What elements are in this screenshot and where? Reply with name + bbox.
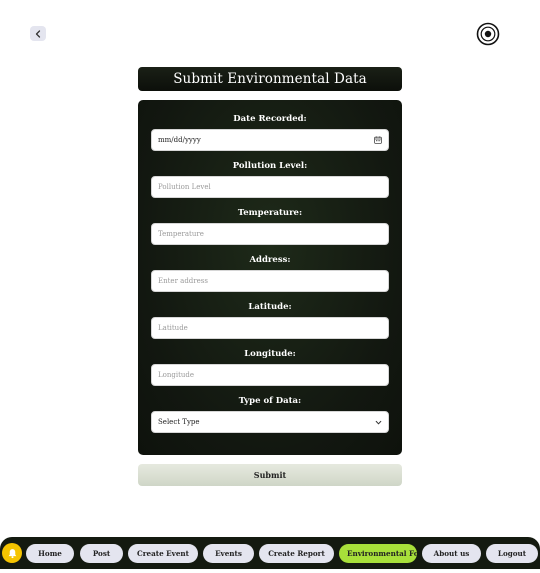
type-label: Type of Data: <box>238 396 302 406</box>
temperature-input[interactable] <box>151 223 389 245</box>
nav-logout[interactable]: Logout <box>486 544 538 563</box>
latitude-input[interactable] <box>151 317 389 339</box>
longitude-input[interactable] <box>151 364 389 386</box>
date-input[interactable]: mm/dd/yyyy <box>151 129 389 151</box>
address-input[interactable] <box>151 270 389 292</box>
chevron-down-icon <box>375 420 382 425</box>
date-label: Date Recorded: <box>233 114 307 124</box>
nav-post[interactable]: Post <box>80 544 123 563</box>
latitude-label: Latitude: <box>248 302 292 312</box>
temperature-label: Temperature: <box>237 208 303 218</box>
type-select[interactable]: Select Type <box>151 411 389 433</box>
nav-create-event[interactable]: Create Event <box>128 544 198 563</box>
calendar-icon[interactable] <box>374 136 382 144</box>
longitude-label: Longitude: <box>244 349 296 359</box>
bottom-navbar: Home Post Create Event Events Create Rep… <box>0 537 540 569</box>
address-label: Address: <box>249 255 291 265</box>
date-placeholder: mm/dd/yyyy <box>158 136 201 144</box>
notification-button[interactable] <box>2 543 22 563</box>
pollution-input[interactable] <box>151 176 389 198</box>
chevron-left-icon <box>35 29 41 38</box>
target-icon[interactable] <box>476 22 500 46</box>
nav-about-us[interactable]: About us <box>422 544 481 563</box>
submit-button[interactable]: Submit <box>138 464 402 486</box>
nav-home[interactable]: Home <box>26 544 74 563</box>
back-button[interactable] <box>30 26 46 41</box>
bell-icon <box>8 548 16 558</box>
nav-create-report[interactable]: Create Report <box>259 544 334 563</box>
type-selected-value: Select Type <box>158 418 200 426</box>
pollution-label: Pollution Level: <box>232 161 308 171</box>
environmental-form: Date Recorded: mm/dd/yyyy Pollution Leve… <box>138 100 402 455</box>
nav-events[interactable]: Events <box>203 544 254 563</box>
form-title: Submit Environmental Data <box>138 67 402 91</box>
nav-environmental-form[interactable]: Environmental Form <box>339 544 417 563</box>
